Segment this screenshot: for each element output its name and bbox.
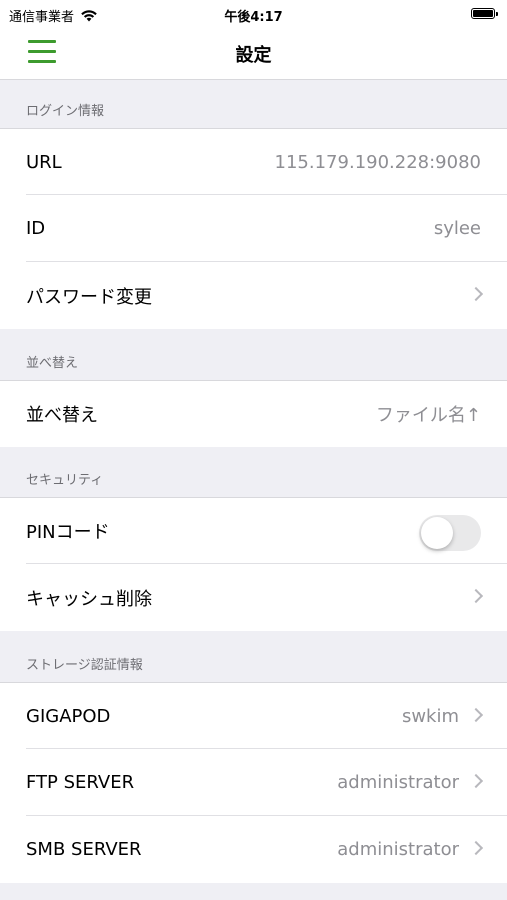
id-value: sylee <box>433 218 481 239</box>
chevron-right-icon <box>468 707 484 723</box>
section-header-storage: ストレージ認証情報 <box>0 631 507 682</box>
toggle-knob <box>421 517 453 549</box>
chevron-right-icon <box>468 286 484 302</box>
row-password-change[interactable]: パスワード変更 <box>0 262 507 329</box>
row-label: SMB SERVER <box>26 839 142 860</box>
chevron-right-icon <box>468 588 484 604</box>
pin-code-toggle[interactable] <box>419 515 481 551</box>
row-label: FTP SERVER <box>26 772 135 793</box>
chevron-right-icon <box>468 840 484 856</box>
row-ftp-server[interactable]: FTP SERVER administrator <box>0 749 507 816</box>
row-url: URL 115.179.190.228:9080 <box>0 128 507 195</box>
row-clear-cache[interactable]: キャッシュ削除 <box>0 564 507 631</box>
ftp-server-value: administrator <box>337 772 459 793</box>
row-label: URL <box>26 151 62 173</box>
sort-value: ファイル名↑ <box>375 405 481 426</box>
section-header-sort: 並べ替え <box>0 329 507 380</box>
smb-server-value: administrator <box>337 839 459 860</box>
row-pin-code: PINコード <box>0 497 507 564</box>
row-label: PINコード <box>26 522 110 543</box>
row-label: キャッシュ削除 <box>26 588 152 610</box>
status-time: 午後4:17 <box>224 10 283 25</box>
page-title: 設定 <box>235 45 272 66</box>
status-bar: 通信事業者 午後4:17 <box>0 0 507 28</box>
section-header-security: セキュリティ <box>0 447 507 497</box>
chevron-right-icon <box>468 773 484 789</box>
row-smb-server[interactable]: SMB SERVER administrator <box>0 816 507 883</box>
navigation-bar: 設定 <box>0 28 507 80</box>
url-value: 115.179.190.228:9080 <box>274 151 481 173</box>
row-label: ID <box>26 218 46 239</box>
row-label: GIGAPOD <box>26 705 111 727</box>
row-sort[interactable]: 並べ替え ファイル名↑ <box>0 380 507 447</box>
battery-icon <box>471 8 498 19</box>
row-gigapod[interactable]: GIGAPOD swkim <box>0 682 507 749</box>
row-label: パスワード変更 <box>26 286 152 308</box>
gigapod-value: swkim <box>401 705 459 727</box>
row-label: 並べ替え <box>26 405 98 426</box>
row-id: ID sylee <box>0 195 507 262</box>
section-header-login: ログイン情報 <box>0 80 507 128</box>
